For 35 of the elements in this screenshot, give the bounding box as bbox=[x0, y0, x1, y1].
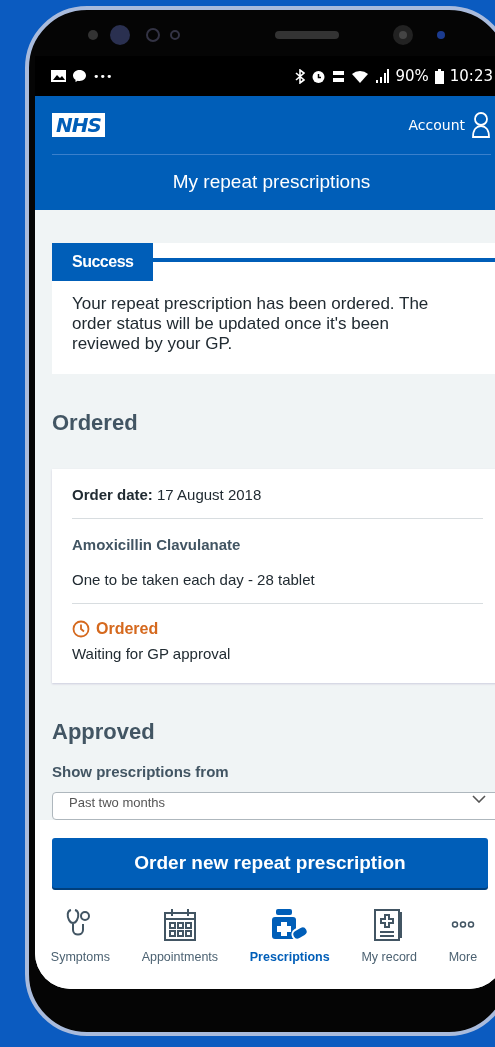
nav-tab[interactable]: Symptoms bbox=[35, 904, 126, 989]
success-message: Your repeat prescription has been ordered. The order status will be updated once it's been reviewed by your GP. bbox=[71, 293, 430, 355]
nav-tab[interactable]: Prescriptions bbox=[233, 904, 346, 989]
filter-label: Show prescriptions from bbox=[52, 763, 230, 780]
status-note: Waiting for GP approval bbox=[72, 644, 232, 664]
signal-icon bbox=[375, 69, 390, 83]
success-label: Success bbox=[52, 243, 154, 281]
alarm-clock-icon bbox=[311, 68, 327, 84]
more-icon bbox=[450, 921, 475, 928]
page-title: My repeat prescriptions bbox=[171, 170, 372, 194]
notification-dots: ••• bbox=[93, 69, 113, 83]
bluetooth-icon bbox=[295, 68, 306, 84]
nav-tab[interactable]: My record bbox=[345, 904, 433, 989]
medicine-bottle-icon bbox=[269, 908, 310, 942]
period-dropdown[interactable]: Past two months bbox=[52, 792, 495, 820]
wifi-icon bbox=[351, 69, 370, 83]
clock-time: 10:23 bbox=[449, 67, 493, 85]
nav-tab[interactable]: Appointments bbox=[125, 904, 234, 989]
section-heading: Ordered bbox=[52, 410, 139, 436]
order-date: Order date: 17 August 2018 bbox=[72, 469, 483, 519]
order-status: Ordered bbox=[96, 620, 159, 638]
medicine-name: Amoxicillin Clavulanate bbox=[72, 535, 242, 554]
dosage-text: One to be taken each day - 28 tablet bbox=[72, 554, 483, 604]
section-heading: Approved bbox=[52, 719, 156, 745]
battery-icon bbox=[434, 68, 444, 84]
account-link[interactable]: Account bbox=[408, 117, 465, 133]
nav-tab[interactable]: More bbox=[432, 904, 494, 989]
chevron-down-icon bbox=[472, 795, 486, 803]
image-icon bbox=[51, 70, 66, 82]
user-icon[interactable] bbox=[471, 112, 491, 138]
logo[interactable]: NHS bbox=[52, 113, 105, 137]
chat-bubble-icon bbox=[72, 69, 87, 83]
calendar-icon bbox=[162, 908, 197, 942]
order-button[interactable]: Order new repeat prescription bbox=[52, 838, 488, 888]
battery-percent: 90% bbox=[395, 67, 429, 85]
